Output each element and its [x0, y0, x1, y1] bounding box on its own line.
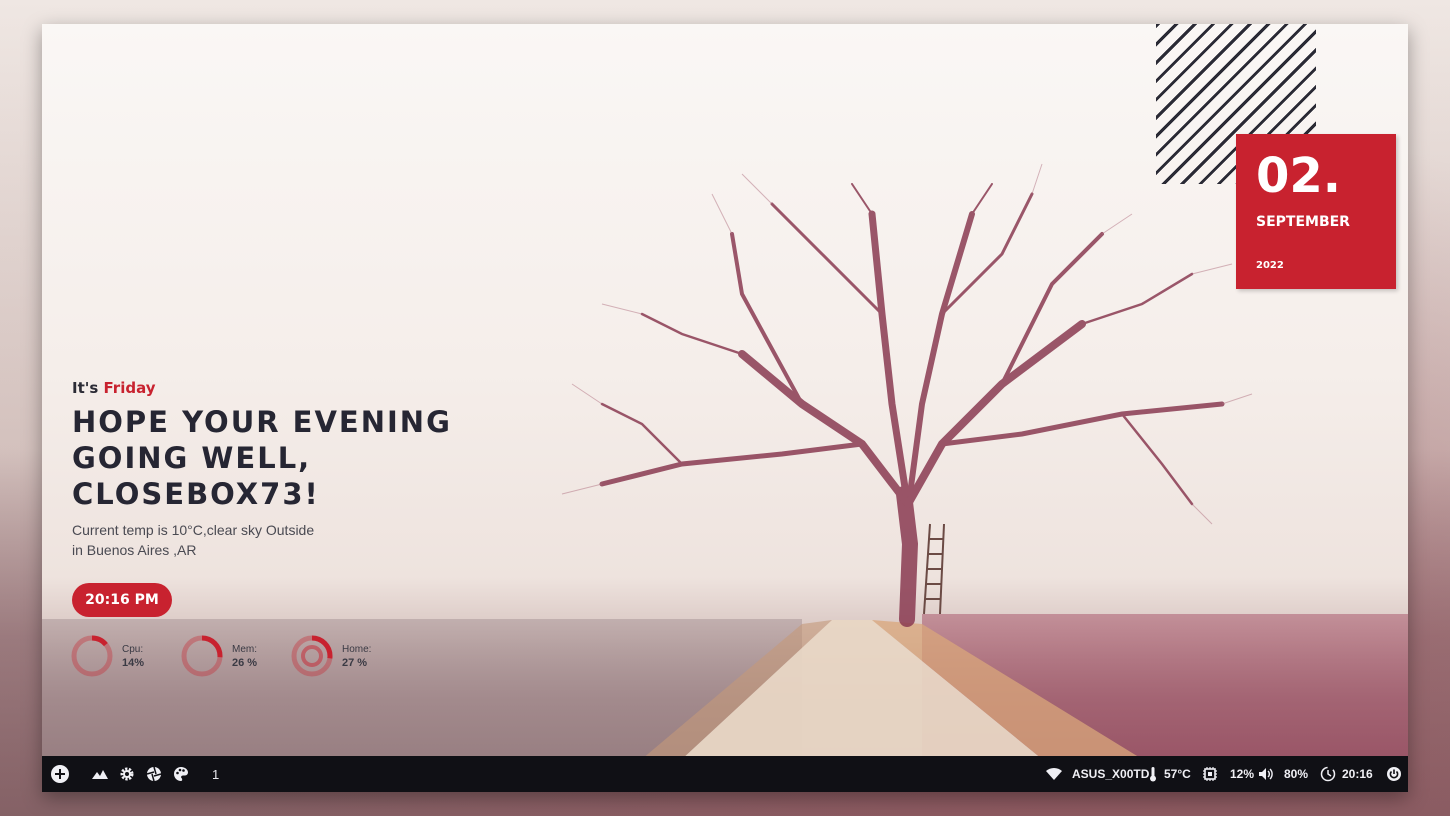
clock-pill: 20:16 PM — [72, 583, 172, 617]
date-card: 02. SEPTEMBER 2022 — [1236, 134, 1396, 289]
gauge-mem-value: 26 % — [232, 657, 258, 669]
mountain-icon — [92, 770, 108, 779]
gear-icon — [120, 767, 134, 781]
temperature-label: 57°C — [1164, 767, 1191, 781]
speaker-icon — [1259, 768, 1273, 780]
temperature-status: 57°C — [1148, 756, 1191, 792]
greeting-line: It's Friday — [72, 379, 156, 397]
date-month: SEPTEMBER — [1256, 214, 1350, 230]
launcher-button[interactable] — [50, 756, 70, 792]
weather-text: Current temp is 10°C,clear sky Outside i… — [72, 520, 372, 560]
mountain-button[interactable] — [91, 756, 109, 792]
home-ring — [291, 635, 333, 677]
add-circle-icon — [51, 765, 69, 783]
clock-label: 20:16 — [1342, 767, 1373, 781]
greeting-prefix: It's — [72, 379, 99, 397]
volume-control[interactable]: 80% — [1258, 756, 1308, 792]
gauge-mem-label: Mem: — [232, 644, 257, 655]
date-year: 2022 — [1256, 260, 1284, 271]
thermometer-icon — [1150, 767, 1156, 782]
volume-label: 80% — [1284, 767, 1309, 781]
gauge-mem: Mem: 26 % — [180, 634, 290, 680]
gauge-home: Home: 27 % — [290, 634, 400, 680]
power-icon — [1387, 767, 1401, 781]
wifi-status[interactable]: ASUS_X00TD — [1045, 756, 1149, 792]
weather-line-2: in Buenos Aires ,AR — [72, 542, 197, 558]
cpu-label: 12% — [1230, 767, 1255, 781]
greeting-weekday: Friday — [103, 379, 156, 397]
wifi-icon — [1046, 767, 1062, 780]
palette-icon — [174, 767, 188, 781]
date-day: 02. — [1256, 148, 1342, 204]
aperture-icon — [146, 766, 162, 782]
wifi-label: ASUS_X00TD — [1072, 767, 1150, 781]
gauge-cpu: Cpu: 14% — [70, 634, 180, 680]
power-button[interactable] — [1386, 756, 1402, 792]
weather-line-1: Current temp is 10°C,clear sky Outside — [72, 522, 315, 538]
clock-icon — [1320, 766, 1336, 782]
aperture-button[interactable] — [146, 756, 162, 792]
palette-button[interactable] — [173, 756, 189, 792]
workspace-indicator[interactable]: 1 — [212, 756, 219, 792]
gauge-home-value: 27 % — [342, 657, 368, 669]
clock-status[interactable]: 20:16 — [1320, 756, 1373, 792]
mem-ring — [181, 635, 223, 677]
wallpaper-window: 02. SEPTEMBER 2022 It's Friday HOPE YOUR… — [42, 24, 1408, 792]
gauge-home-label: Home: — [342, 644, 372, 655]
taskbar: 1 ASUS_X00TD 57°C 12% 80% 20:16 — [42, 756, 1408, 792]
cpu-status: 12% — [1202, 756, 1254, 792]
settings-button[interactable] — [119, 756, 135, 792]
cpu-chip-icon — [1203, 767, 1217, 781]
headline: HOPE YOUR EVENING GOING WELL, CLOSEBOX73… — [72, 405, 452, 511]
cpu-ring — [71, 635, 113, 677]
gauge-cpu-label: Cpu: — [122, 644, 144, 655]
gauge-cpu-value: 14% — [122, 657, 145, 669]
